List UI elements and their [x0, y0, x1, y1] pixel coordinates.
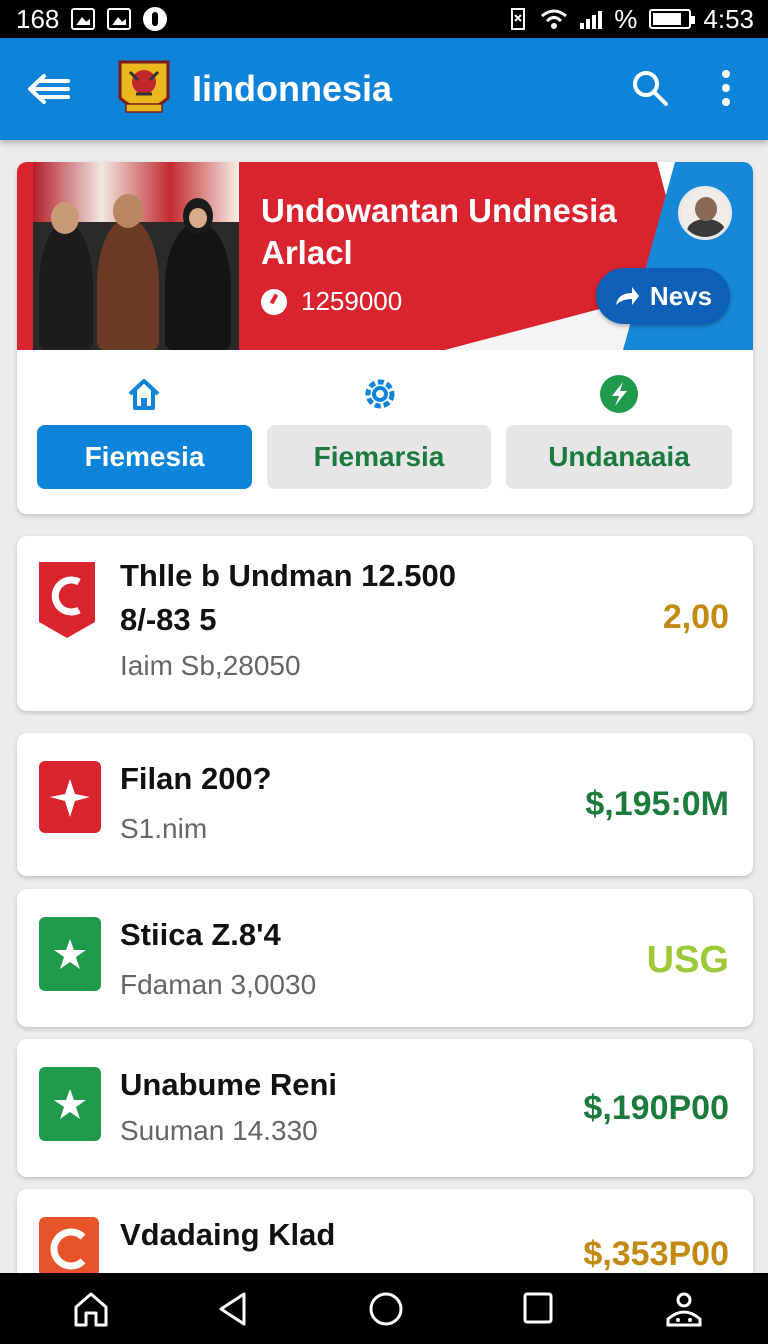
avatar[interactable]	[678, 186, 732, 240]
status-bar: 168 % 4:53	[0, 0, 768, 38]
vibrate-icon	[511, 8, 526, 30]
list-item-title: Filan 200?	[120, 761, 272, 796]
list-item-amount: $,190P00	[583, 1089, 729, 1127]
status-time: 4:53	[703, 3, 754, 34]
list-item-amount: USG	[646, 939, 729, 981]
list-item-title: Thlle b Undman 12.500	[120, 558, 456, 593]
news-button[interactable]: Nevs	[596, 268, 730, 324]
star-icon	[39, 1067, 101, 1141]
list-item-subtitle: Fdaman 3,0030	[120, 969, 317, 1000]
list-item-title: Unabume Reni	[120, 1067, 338, 1102]
back-nav-icon[interactable]	[216, 1291, 250, 1327]
gear-icon	[365, 379, 395, 409]
list-item-subtitle: S1.nim	[120, 813, 208, 844]
news-button-label: Nevs	[649, 280, 713, 311]
list-item-title: Vdadaing Klad	[120, 1217, 336, 1252]
battery-percent-text: %	[614, 3, 638, 34]
shield-c-icon	[39, 562, 95, 638]
lightning-icon	[600, 375, 638, 413]
more-options-icon[interactable]	[716, 68, 736, 108]
tab-fiemesia[interactable]: Fiemesia	[37, 425, 252, 489]
list-item[interactable]: Thlle b Undman 12.500 8/-83 5 Iaim Sb,28…	[17, 536, 753, 711]
image-notification-icon	[107, 8, 132, 30]
list-item[interactable]: Filan 200? S1.nim $,195:0M	[17, 733, 753, 876]
list-item-subtitle: Iaim Sb,28050	[120, 650, 301, 681]
hero-count: 1259000	[261, 286, 402, 317]
share-arrow-icon	[615, 287, 639, 305]
home-nav-icon[interactable]	[72, 1291, 110, 1327]
recents-nav-icon[interactable]	[522, 1291, 554, 1325]
app-title: Iindonnesia	[192, 68, 393, 109]
wifi-icon	[541, 9, 568, 29]
home-icon	[128, 379, 160, 410]
hero-card: Undowantan Undnesia Arlacl 1259000 Nevs …	[17, 162, 753, 514]
accessibility-nav-icon[interactable]	[664, 1291, 704, 1329]
hero-photo	[33, 162, 239, 350]
status-left-text: 168	[16, 3, 60, 34]
gallery-notification-icon	[71, 8, 96, 30]
list-item[interactable]: Unabume Reni Suuman 14.330 $,190P00	[17, 1039, 753, 1177]
list-item[interactable]: Stiica Z.8'4 Fdaman 3,0030 USG	[17, 889, 753, 1027]
emblem-logo	[118, 60, 170, 113]
hero-count-value: 1259000	[301, 286, 403, 316]
c-logo-icon	[39, 1217, 99, 1277]
battery-icon	[649, 9, 696, 29]
star-icon	[39, 761, 101, 833]
signal-icon	[580, 9, 603, 29]
list-item-amount: $,195:0M	[585, 785, 729, 823]
star-icon	[39, 917, 101, 991]
notification-dot-icon	[143, 7, 168, 31]
list-item-subtitle: Suuman 14.330	[120, 1115, 318, 1146]
back-arrow-icon[interactable]	[26, 71, 70, 107]
tab-undanaaia[interactable]: Undanaaia	[506, 425, 732, 489]
list-item-title: Stiica Z.8'4	[120, 917, 281, 952]
tab-fiemarsia[interactable]: Fiemarsia	[267, 425, 491, 489]
list-item-amount: $,353P00	[583, 1235, 729, 1273]
hero-title: Undowantan Undnesia Arlacl	[261, 192, 617, 271]
app-bar: Iindonnesia	[0, 38, 768, 140]
system-nav-bar	[0, 1273, 768, 1344]
home-circle-nav-icon[interactable]	[368, 1291, 404, 1327]
list-item-amount: 2,00	[662, 598, 729, 636]
search-icon[interactable]	[630, 68, 670, 108]
hero-banner[interactable]: Undowantan Undnesia Arlacl 1259000 Nevs	[17, 162, 753, 350]
clock-icon	[261, 288, 287, 315]
list-item-title-line2: 8/-83 5	[120, 602, 217, 637]
